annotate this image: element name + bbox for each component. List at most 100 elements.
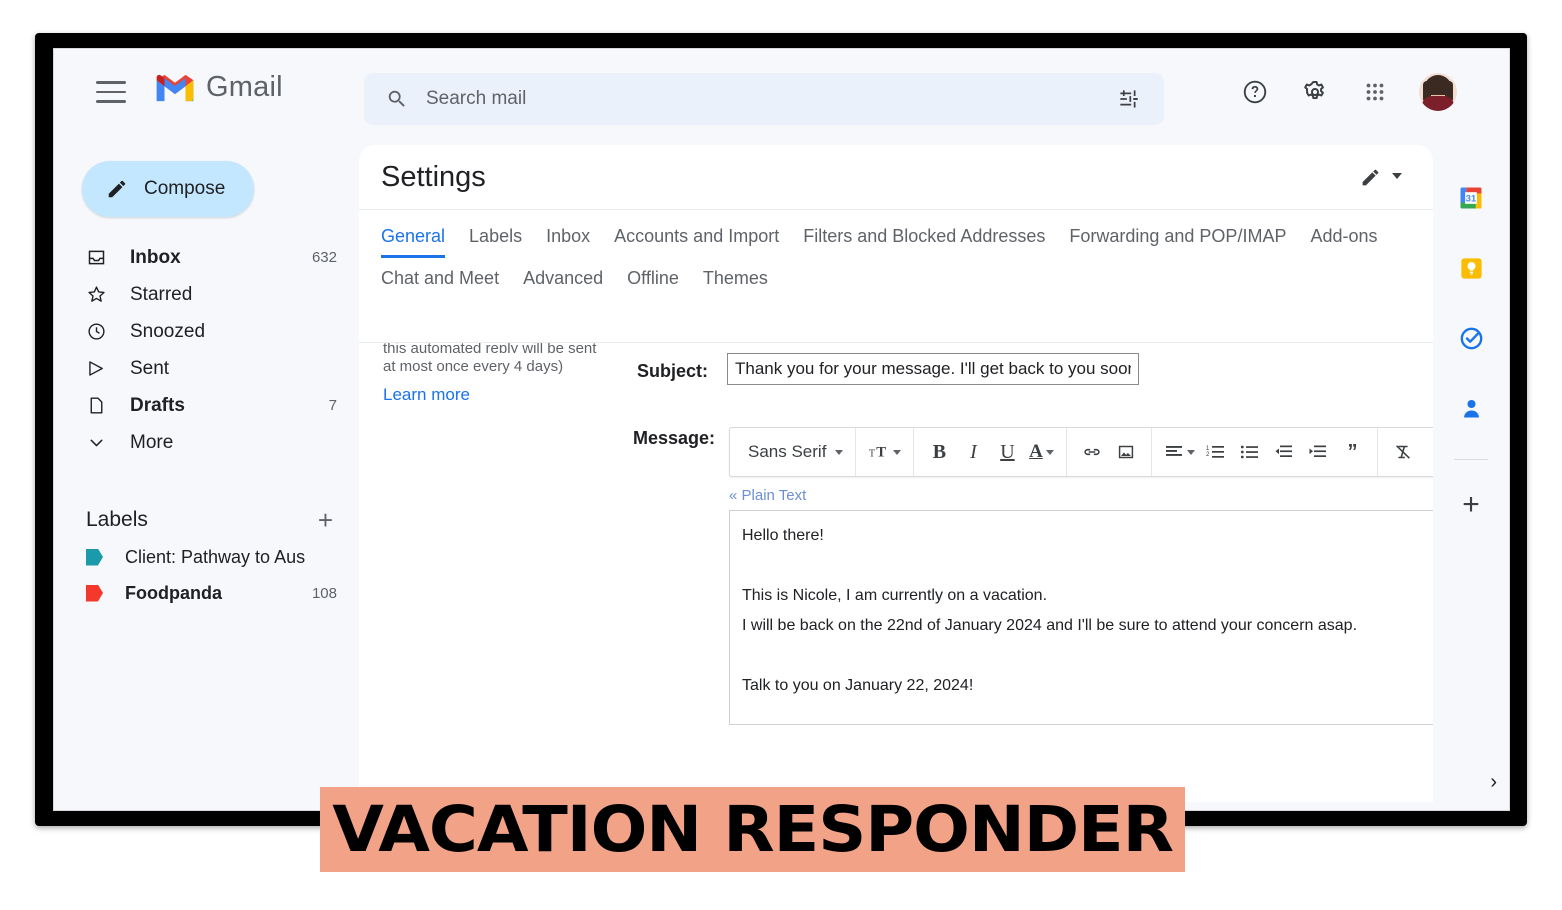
chevron-down-icon	[1045, 449, 1054, 455]
tab-add-ons[interactable]: Add-ons	[1310, 226, 1377, 255]
gmail-app: Gmail Search mail Compose Inbox 632 Star…	[54, 49, 1509, 810]
search-icon	[386, 88, 408, 110]
body-line: This is Nicole, I am currently on a vaca…	[742, 587, 1048, 604]
header-icon-group	[1239, 73, 1457, 111]
message-body-textarea[interactable]: Hello there! This is Nicole, I am curren…	[729, 510, 1433, 725]
text-color-icon[interactable]: A	[1024, 437, 1058, 467]
gmail-wordmark: Gmail	[206, 71, 283, 103]
formatting-toolbar: Sans Serif TT B I U A 1 2 ”	[729, 427, 1433, 477]
banner-text: VACATION RESPONDER	[332, 793, 1174, 866]
indent-more-icon[interactable]	[1301, 437, 1335, 467]
learn-more-link[interactable]: Learn more	[383, 385, 470, 404]
underline-icon[interactable]: U	[990, 437, 1024, 467]
tab-inbox[interactable]: Inbox	[546, 226, 590, 255]
create-label-button[interactable]: +	[318, 507, 333, 533]
sidebar-item-drafts[interactable]: Drafts 7	[54, 387, 359, 424]
font-family-dropdown[interactable]: Sans Serif	[738, 437, 847, 467]
sidebar-item-count: 632	[311, 249, 337, 266]
chevron-down-icon	[893, 449, 902, 455]
chevron-down-icon	[86, 432, 116, 453]
google-keep-icon[interactable]	[1454, 251, 1488, 285]
labels-title: Labels	[86, 508, 148, 531]
chevron-down-icon	[835, 449, 844, 455]
rail-divider	[1454, 459, 1488, 460]
body-blank-line	[742, 641, 1430, 671]
sidebar: Compose Inbox 632 Starred Snoozed Sent D…	[54, 137, 359, 810]
account-avatar[interactable]	[1419, 73, 1457, 111]
settings-tabs: General Labels Inbox Accounts and Import…	[359, 209, 1433, 309]
tab-themes[interactable]: Themes	[703, 268, 768, 297]
google-tasks-icon[interactable]	[1454, 321, 1488, 355]
plain-text-link[interactable]: « Plain Text	[729, 487, 1433, 504]
search-input-placeholder: Search mail	[426, 88, 527, 109]
label-name: Client: Pathway to Aus	[125, 546, 306, 567]
settings-tabs-row-2: Chat and Meet Advanced Offline Themes	[381, 258, 1411, 309]
tab-offline[interactable]: Offline	[627, 268, 679, 297]
sidebar-item-label: Sent	[130, 357, 170, 379]
tab-general[interactable]: General	[381, 226, 446, 258]
help-clipped-line: this automated reply will be sent	[383, 342, 597, 353]
svg-text:31: 31	[1466, 194, 1476, 204]
help-line-2: at most once every 4 days)	[383, 358, 564, 375]
indent-less-icon[interactable]	[1267, 437, 1301, 467]
page-title: Settings	[381, 160, 486, 193]
compose-button[interactable]: Compose	[82, 161, 254, 217]
chevron-down-icon	[1391, 168, 1403, 186]
insert-image-icon[interactable]	[1109, 437, 1143, 467]
sidebar-item-label: Starred	[130, 283, 193, 305]
sidebar-item-label: Drafts	[130, 394, 185, 416]
label-color-chip	[86, 584, 103, 602]
sidebar-item-starred[interactable]: Starred	[54, 276, 359, 313]
search-bar[interactable]: Search mail	[364, 73, 1164, 125]
font-size-icon[interactable]: TT	[864, 437, 905, 467]
expand-panel-chevron-icon[interactable]: ›	[1490, 771, 1497, 794]
tab-accounts-and-import[interactable]: Accounts and Import	[614, 226, 779, 255]
subject-input[interactable]	[727, 353, 1139, 385]
side-panel-rail: 31 + ›	[1433, 145, 1509, 802]
tab-advanced[interactable]: Advanced	[523, 268, 603, 297]
align-icon[interactable]	[1160, 437, 1199, 467]
sidebar-nav: Inbox 632 Starred Snoozed Sent Drafts 7 …	[54, 239, 359, 461]
vacation-responder-help-text: this automated reply will be sent at mos…	[383, 342, 605, 410]
label-count: 108	[311, 584, 337, 602]
sidebar-item-sent[interactable]: Sent	[54, 350, 359, 387]
tab-filters-and-blocked-addresses[interactable]: Filters and Blocked Addresses	[803, 226, 1045, 255]
toolbar-group-paragraph: 12 ”	[1152, 428, 1379, 476]
sidebar-label-client-pathway-to-aus[interactable]: Client: Pathway to Aus	[54, 539, 359, 575]
star-icon	[86, 284, 116, 305]
settings-title-bar: Settings	[359, 145, 1433, 209]
quote-icon[interactable]: ”	[1335, 437, 1369, 467]
tab-chat-and-meet[interactable]: Chat and Meet	[381, 268, 499, 297]
pencil-icon	[106, 178, 128, 200]
add-app-button[interactable]: +	[1462, 490, 1480, 520]
sidebar-item-label: Inbox	[130, 246, 181, 268]
hamburger-menu-icon[interactable]	[96, 81, 126, 105]
sidebar-item-label: More	[130, 431, 174, 453]
numbered-list-icon[interactable]: 12	[1199, 437, 1233, 467]
toolbar-group-font: Sans Serif	[730, 428, 857, 476]
remove-formatting-icon[interactable]	[1386, 437, 1420, 467]
gmail-logo[interactable]: Gmail	[154, 71, 283, 104]
labels-header: Labels +	[54, 501, 359, 539]
settings-gear-icon[interactable]	[1299, 76, 1331, 108]
google-contacts-icon[interactable]	[1454, 391, 1488, 425]
display-density-button[interactable]	[1360, 167, 1403, 188]
search-options-icon[interactable]	[1116, 86, 1142, 117]
help-icon[interactable]	[1239, 76, 1271, 108]
sidebar-label-foodpanda[interactable]: Foodpanda 108	[54, 575, 359, 611]
label-color-chip	[86, 548, 103, 566]
sidebar-item-inbox[interactable]: Inbox 632	[54, 239, 359, 276]
sidebar-item-more[interactable]: More	[54, 424, 359, 461]
italic-icon[interactable]: I	[956, 437, 990, 467]
google-apps-grid-icon[interactable]	[1359, 76, 1391, 108]
body-line: I will be back on the 22nd of January 20…	[742, 617, 1358, 634]
tab-forwarding-and-pop-imap[interactable]: Forwarding and POP/IMAP	[1069, 226, 1286, 255]
sidebar-item-label: Snoozed	[130, 320, 206, 342]
tab-labels[interactable]: Labels	[469, 226, 522, 255]
sidebar-item-snoozed[interactable]: Snoozed	[54, 313, 359, 350]
bold-icon[interactable]: B	[922, 437, 956, 467]
google-calendar-icon[interactable]: 31	[1454, 181, 1488, 215]
bulleted-list-icon[interactable]	[1233, 437, 1267, 467]
insert-link-icon[interactable]	[1075, 437, 1109, 467]
svg-text:T: T	[869, 449, 875, 460]
